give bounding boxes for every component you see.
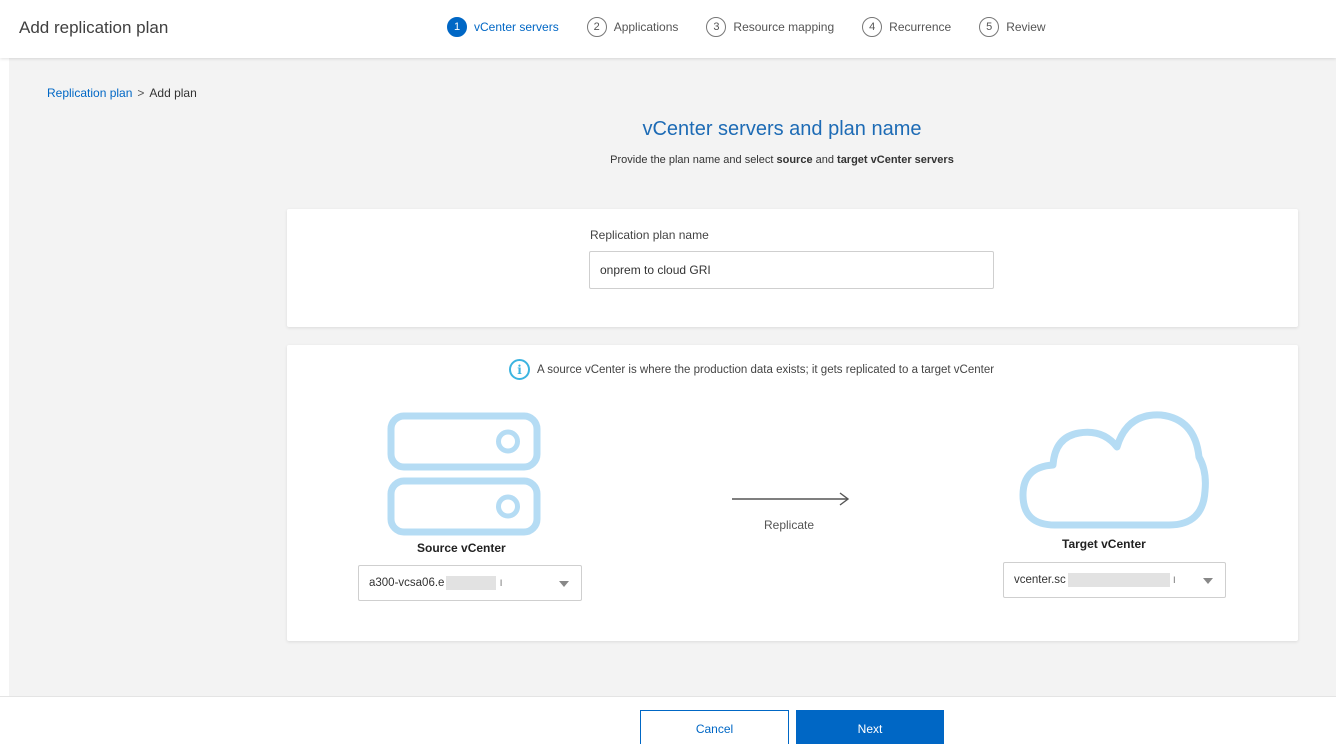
redacted-text — [1067, 573, 1170, 587]
info-text: A source vCenter is where the production… — [537, 363, 995, 376]
target-vcenter-value: vcenter.sc — [1014, 574, 1066, 586]
subtitle-source: source — [776, 154, 813, 166]
step-recurrence[interactable]: 4 Recurrence — [862, 17, 951, 37]
top-header: Add replication plan 1 vCenter servers 2… — [0, 0, 1336, 58]
server-icon — [387, 412, 541, 536]
step-review[interactable]: 5 Review — [979, 17, 1046, 37]
step-applications[interactable]: 2 Applications — [586, 17, 679, 37]
step-label: Review — [1006, 20, 1046, 34]
subtitle-text: and — [812, 154, 838, 166]
step-vcenter-servers[interactable]: 1 vCenter servers — [447, 17, 559, 37]
step-label: Recurrence — [889, 20, 952, 34]
info-banner: i A source vCenter is where the producti… — [509, 359, 994, 380]
step-number: 2 — [586, 17, 607, 37]
source-vcenter-label: Source vCenter — [417, 541, 506, 555]
target-vcenter-trailing: ı — [1172, 574, 1176, 586]
redacted-text — [446, 576, 497, 590]
target-vcenter-label: Target vCenter — [1062, 537, 1146, 551]
page-subtitle: Provide the plan name and select source … — [9, 154, 1336, 166]
step-number: 4 — [862, 17, 883, 37]
plan-name-card: Replication plan name — [287, 209, 1298, 327]
chevron-down-icon — [559, 581, 569, 587]
app-title: Add replication plan — [19, 18, 169, 37]
step-label: Resource mapping — [733, 20, 835, 34]
step-number: 1 — [447, 17, 467, 37]
chevron-down-icon — [1203, 578, 1213, 584]
breadcrumb-link-replication-plan[interactable]: Replication plan — [47, 86, 132, 100]
subtitle-target: target vCenter servers — [837, 154, 954, 166]
breadcrumb-separator: > — [137, 86, 145, 100]
cloud-icon — [1019, 411, 1209, 529]
vcenter-selection-card: i A source vCenter is where the producti… — [287, 345, 1298, 641]
step-number: 3 — [706, 17, 727, 37]
step-resource-mapping[interactable]: 3 Resource mapping — [706, 17, 834, 37]
breadcrumb: Replication plan > Add plan — [47, 86, 197, 100]
plan-name-input[interactable] — [589, 251, 994, 289]
next-button[interactable]: Next — [796, 710, 944, 744]
target-vcenter-select[interactable]: vcenter.sc ı — [1003, 562, 1226, 598]
breadcrumb-current: Add plan — [149, 86, 197, 100]
page-title: vCenter servers and plan name — [642, 118, 922, 140]
main-content: Replication plan > Add plan vCenter server… — [9, 58, 1336, 696]
footer-actions: Cancel Next — [0, 696, 1336, 744]
subtitle-text: Provide the plan name and select — [610, 154, 777, 166]
replicate-arrow-icon — [732, 492, 850, 506]
cancel-button[interactable]: Cancel — [640, 710, 789, 744]
source-vcenter-value: a300-vcsa06.e — [369, 577, 445, 589]
replicate-label: Replicate — [764, 518, 815, 532]
plan-name-label: Replication plan name — [590, 228, 709, 242]
source-vcenter-trailing: ı — [499, 577, 503, 589]
wizard-steps: 1 vCenter servers 2 Applications 3 Resou… — [447, 17, 1074, 37]
step-number: 5 — [979, 17, 1000, 37]
info-icon: i — [509, 359, 530, 380]
source-vcenter-select[interactable]: a300-vcsa06.e ı — [358, 565, 582, 601]
step-label: Applications — [613, 20, 679, 34]
step-label: vCenter servers — [474, 20, 559, 34]
